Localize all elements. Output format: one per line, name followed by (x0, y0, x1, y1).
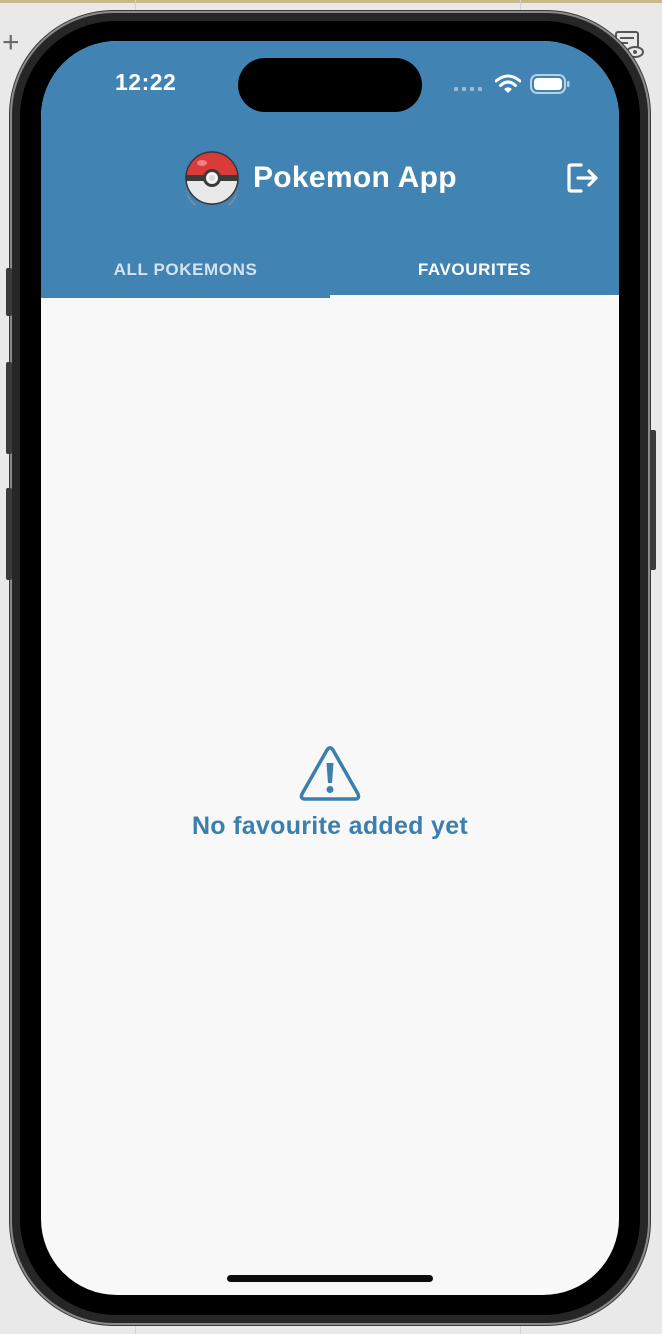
app-title: Pokemon App (253, 161, 457, 194)
warning-icon (299, 746, 361, 801)
pokeball-icon (185, 151, 239, 205)
window-top-edge (0, 0, 662, 3)
power-button (650, 430, 656, 570)
cellular-signal-icon (454, 87, 486, 93)
empty-state: No favourite added yet (41, 746, 619, 841)
status-time: 12:22 (115, 69, 177, 95)
tab-all-pokemons[interactable]: ALL POKEMONS (41, 241, 330, 298)
battery-icon (530, 74, 570, 94)
selected-tab-indicator (330, 295, 619, 298)
logout-icon[interactable] (565, 160, 601, 196)
dynamic-island (238, 58, 422, 112)
home-indicator[interactable] (227, 1275, 433, 1282)
tab-bar: ALL POKEMONS FAVOURITES (41, 241, 619, 298)
plus-icon[interactable]: + (2, 28, 28, 58)
app-title-group: Pokemon App (185, 151, 457, 205)
app-bar: 12:22 Pokemon App ALL POKEMONS FAVOURITE… (41, 41, 619, 298)
wifi-icon (495, 74, 521, 93)
volume-down-button (6, 488, 12, 580)
action-button (6, 268, 12, 316)
tab-favourites[interactable]: FAVOURITES (330, 241, 619, 298)
empty-state-message: No favourite added yet (191, 812, 469, 840)
volume-up-button (6, 362, 12, 454)
app-screen: 12:22 Pokemon App ALL POKEMONS FAVOURITE… (41, 41, 619, 1295)
